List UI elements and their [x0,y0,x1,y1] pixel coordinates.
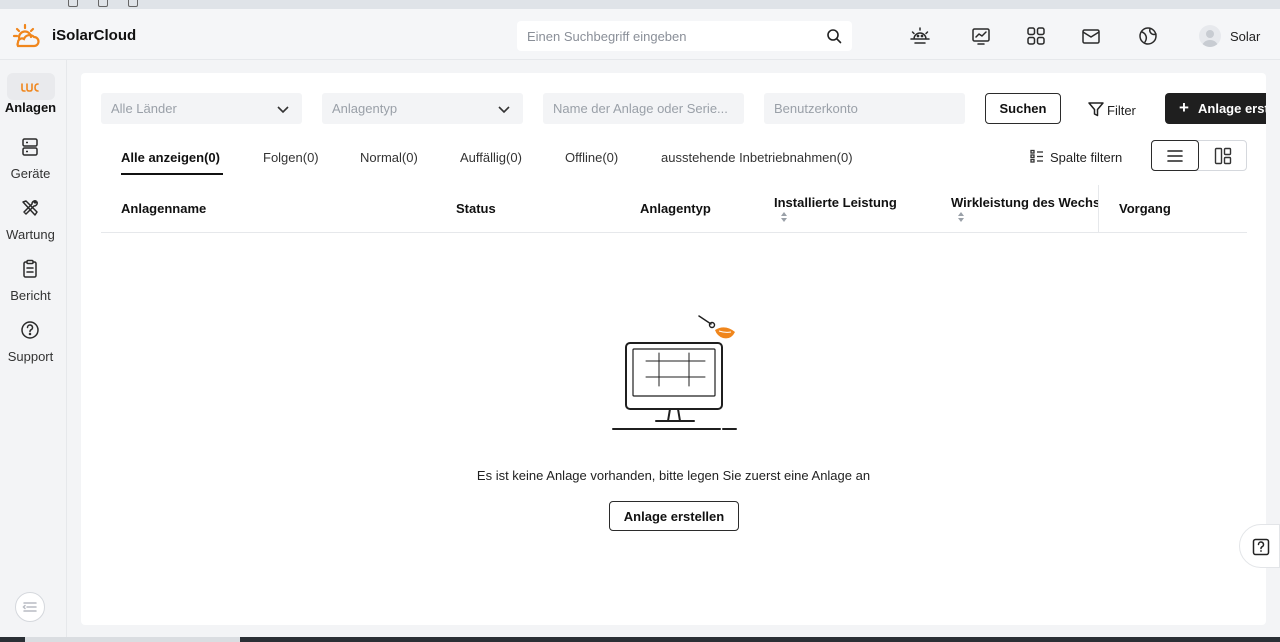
app-grid-icon[interactable] [1025,25,1047,47]
chevron-down-icon [498,106,510,114]
sidebar-item-support[interactable]: Support [0,319,61,371]
column-list-icon [1030,149,1043,163]
empty-state-message: Es ist keine Anlage vorhanden, bitte leg… [476,468,871,483]
sidebar-item-label: Support [7,349,54,364]
sidebar: Anlagen Geräte Wartung Bericht Support [0,60,67,642]
user-account-input[interactable] [764,93,965,124]
create-plant-top-button[interactable]: + Anlage erst [1165,93,1266,124]
create-plant-top-label: Anlage erst [1198,101,1266,116]
browser-reload-icon [68,0,78,7]
sidebar-item-label: Bericht [10,288,51,303]
weather-sun-icon[interactable] [909,25,931,47]
brand-name: iSolarCloud [52,27,137,44]
tab-pending-commissioning[interactable]: ausstehende Inbetriebnahmen(0) [661,150,853,165]
browser-toolbar-strip [0,0,1280,9]
country-select[interactable]: Alle Länder [101,93,302,124]
sidebar-item-bericht[interactable]: Bericht [0,258,61,310]
maintenance-icon [22,200,38,216]
card-view-button[interactable] [1200,140,1248,171]
top-header: iSolarCloud Einen Suchbegriff eingeben S… [0,9,1280,60]
browser-tab-icon [98,0,108,7]
search-button[interactable]: Suchen [985,93,1061,124]
report-icon [23,259,37,278]
sidebar-item-label: Anlagen [4,100,57,115]
devices-icon [22,138,38,156]
column-header-plant-name: Anlagenname [121,201,207,216]
tab-all[interactable]: Alle anzeigen(0) [121,150,220,165]
sidebar-item-wartung[interactable]: Wartung [0,197,61,249]
sidebar-item-label: Geräte [10,166,51,181]
plant-name-field [543,93,744,124]
user-avatar[interactable] [1199,25,1221,47]
plant-icon [21,83,39,92]
globe-language-icon[interactable] [1137,25,1159,47]
bottom-bar-strip [0,637,1280,642]
isolarcloud-logo-icon [12,23,40,48]
sort-icon[interactable] [957,211,965,223]
bottom-bar-highlight [25,637,240,642]
tab-following[interactable]: Folgen(0) [263,150,319,165]
plants-card: Alle Länder Anlagentyp Suchen Filter + A… [81,73,1266,625]
column-filter-label: Spalte filtern [1050,150,1123,165]
create-plant-button[interactable]: Anlage erstellen [609,501,739,531]
tab-offline[interactable]: Offline(0) [565,150,618,165]
column-header-status: Status [456,201,496,216]
column-header-action: Vorgang [1119,201,1171,216]
user-icon [1202,30,1218,47]
column-header-active-power[interactable]: Wirkleistung des Wechs [951,195,1098,222]
monitor-chart-icon[interactable] [970,25,992,47]
list-view-icon [1167,150,1183,162]
column-separator [1098,185,1099,233]
column-header-plant-type: Anlagentyp [640,201,711,216]
empty-monitor-illustration [612,315,737,430]
help-question-icon [1252,538,1270,556]
column-header-installed-power[interactable]: Installierte Leistung [774,195,897,222]
plant-type-select[interactable]: Anlagentyp [322,93,523,124]
sidebar-item-label: Wartung [6,227,55,242]
search-icon[interactable] [826,28,842,44]
sidebar-item-geraete[interactable]: Geräte [0,136,61,188]
column-header-installed-power-label: Installierte Leistung [774,195,897,210]
filter-funnel-icon [1088,102,1104,117]
tab-abnormal[interactable]: Auffällig(0) [460,150,522,165]
global-search [517,21,852,51]
chevron-down-icon [277,106,289,114]
plant-name-input[interactable] [543,93,744,124]
collapse-menu-button[interactable] [15,592,45,622]
help-floating-button[interactable] [1239,524,1280,568]
sidebar-item-anlagen[interactable]: Anlagen [0,60,61,115]
active-tab-indicator [121,173,223,175]
global-search-input[interactable] [527,21,817,51]
column-header-active-power-clip: Wirkleistung des Wechs [951,195,1098,231]
menu-lines-icon [22,602,37,612]
filter-button-label: Filter [1107,103,1136,118]
column-header-active-power-label: Wirkleistung des Wechs [951,195,1098,210]
plus-icon: + [1179,98,1189,117]
browser-tab-icon-2 [128,0,138,7]
plant-type-select-placeholder: Anlagentyp [332,101,398,116]
list-view-button[interactable] [1151,140,1199,171]
card-view-icon [1214,147,1232,165]
tab-normal[interactable]: Normal(0) [360,150,418,165]
user-name[interactable]: Solar [1230,29,1260,44]
sort-icon[interactable] [780,211,788,223]
user-account-field [764,93,965,124]
table-header: Anlagenname Status Anlagentyp Installier… [101,185,1247,233]
message-inbox-icon[interactable] [1080,25,1102,47]
support-icon [21,321,39,339]
view-toggle [1151,140,1247,171]
country-select-placeholder: Alle Länder [111,101,177,116]
